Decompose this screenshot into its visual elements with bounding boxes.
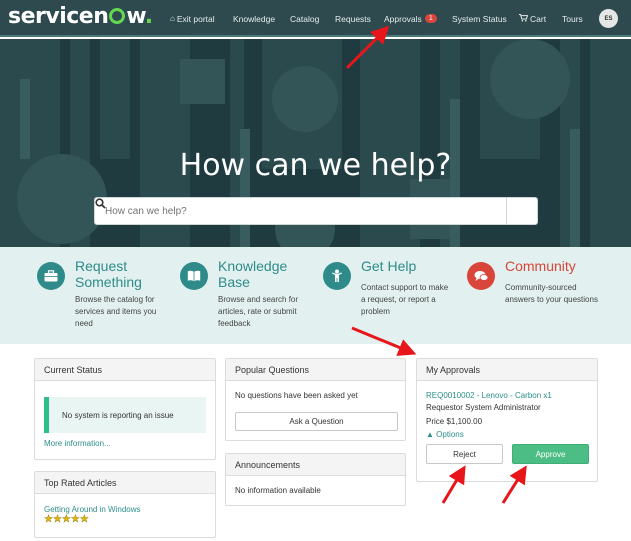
hero-title: How can we help? bbox=[179, 148, 452, 183]
user-avatar[interactable]: ES bbox=[599, 9, 618, 28]
search-icon bbox=[95, 198, 106, 209]
briefcase-icon bbox=[37, 262, 65, 290]
nav-approvals-label: Approvals bbox=[384, 13, 422, 24]
quick-link-get-help[interactable]: Get Help Contact support to make a reque… bbox=[323, 258, 448, 318]
announcements-empty: No information available bbox=[235, 486, 321, 495]
nav-exit-portal-label: Exit portal bbox=[176, 13, 215, 24]
nav-requests[interactable]: Requests bbox=[335, 0, 371, 37]
popular-questions-card: Popular Questions No questions have been… bbox=[225, 358, 406, 441]
my-approvals-card: My Approvals REQ0010002 - Lenovo - Carbo… bbox=[416, 358, 598, 482]
nav-system-status-label: System Status bbox=[452, 13, 507, 24]
quick-link-desc: articles, rate or submit bbox=[218, 307, 297, 316]
quick-link-community[interactable]: Community Community-sourced answers to y… bbox=[467, 258, 598, 306]
status-message-box: No system is reporting an issue bbox=[44, 397, 206, 433]
servicenow-logo[interactable]: servicen w. bbox=[8, 4, 153, 29]
quick-link-desc: a request, or report a bbox=[361, 295, 436, 304]
search-button[interactable] bbox=[95, 198, 537, 224]
hero-banner: How can we help? bbox=[0, 39, 631, 247]
current-status-card: Current Status No system is reporting an… bbox=[34, 358, 216, 460]
nav-tours[interactable]: Tours bbox=[562, 0, 583, 37]
nav-cart[interactable]: Cart bbox=[519, 0, 546, 37]
rating-stars: ★★★★★ bbox=[44, 514, 89, 525]
status-message: No system is reporting an issue bbox=[62, 410, 174, 420]
book-icon bbox=[180, 262, 208, 290]
quick-link-desc: answers to your questions bbox=[505, 295, 598, 304]
quick-link-desc: need bbox=[75, 319, 93, 328]
quick-link-desc: Browse the catalog for bbox=[75, 295, 155, 304]
nav-cart-label: Cart bbox=[530, 13, 547, 24]
quick-link-title: Request bbox=[75, 258, 128, 274]
current-status-title: Current Status bbox=[35, 359, 215, 381]
article-link[interactable]: Getting Around in Windows bbox=[35, 505, 215, 514]
quick-link-title: Community bbox=[505, 258, 576, 274]
reject-button[interactable]: Reject bbox=[426, 444, 503, 464]
chat-icon bbox=[467, 262, 495, 290]
quick-link-title-2: Base bbox=[218, 274, 250, 290]
home-icon: ⌂ bbox=[170, 14, 175, 23]
nav-knowledge-label: Knowledge bbox=[233, 13, 276, 24]
announcements-title: Announcements bbox=[226, 454, 405, 476]
more-information-link[interactable]: More information... bbox=[35, 439, 215, 448]
nav-knowledge[interactable]: Knowledge bbox=[233, 0, 275, 37]
nav-approvals[interactable]: Approvals 1 bbox=[384, 0, 437, 37]
quick-link-desc: feedback bbox=[218, 319, 251, 328]
top-rated-articles-title: Top Rated Articles bbox=[35, 472, 215, 494]
approval-price: Price $1,100.00 bbox=[426, 417, 483, 426]
search-bar bbox=[94, 197, 538, 225]
announcements-card: Announcements No information available bbox=[225, 453, 406, 506]
ask-question-button[interactable]: Ask a Question bbox=[235, 412, 398, 431]
my-approvals-title: My Approvals bbox=[417, 359, 597, 381]
nav-catalog[interactable]: Catalog bbox=[290, 0, 319, 37]
quick-link-desc: problem bbox=[361, 307, 390, 316]
nav-catalog-label: Catalog bbox=[290, 13, 320, 24]
person-icon bbox=[323, 262, 351, 290]
top-rated-articles-card: Top Rated Articles Getting Around in Win… bbox=[34, 471, 216, 538]
nav-system-status[interactable]: System Status bbox=[452, 0, 507, 37]
nav-exit-portal[interactable]: ⌂ Exit portal bbox=[170, 0, 215, 37]
approval-requestor: Requestor System Administrator bbox=[426, 403, 541, 412]
quick-link-title: Knowledge bbox=[218, 258, 288, 274]
quick-link-request-something[interactable]: Request Something Browse the catalog for… bbox=[37, 258, 156, 330]
options-toggle[interactable]: ▲ Options bbox=[417, 430, 597, 439]
chevron-up-icon: ▲ bbox=[426, 430, 434, 439]
approve-button[interactable]: Approve bbox=[512, 444, 589, 464]
options-label: Options bbox=[436, 430, 464, 439]
quick-link-desc: services and items you bbox=[75, 307, 157, 316]
search-input[interactable] bbox=[95, 198, 506, 224]
popular-questions-title: Popular Questions bbox=[226, 359, 405, 381]
top-navigation-bar: servicen w. ⌂ Exit portal Knowledge Catal… bbox=[0, 0, 631, 37]
cart-icon bbox=[519, 13, 529, 24]
quick-link-knowledge-base[interactable]: Knowledge Base Browse and search for art… bbox=[180, 258, 298, 330]
quick-link-title-2: Something bbox=[75, 274, 142, 290]
quick-link-title: Get Help bbox=[361, 258, 417, 274]
approval-request-link[interactable]: REQ0010002 - Lenovo - Carbon x1 bbox=[417, 391, 597, 400]
quick-link-desc: Community-sourced bbox=[505, 283, 577, 292]
nav-requests-label: Requests bbox=[335, 13, 371, 24]
approvals-count-badge: 1 bbox=[424, 14, 437, 23]
quick-link-desc: Contact support to make bbox=[361, 283, 449, 292]
popular-questions-empty: No questions have been asked yet bbox=[235, 391, 358, 400]
nav-tours-label: Tours bbox=[562, 13, 583, 24]
quick-link-desc: Browse and search for bbox=[218, 295, 299, 304]
